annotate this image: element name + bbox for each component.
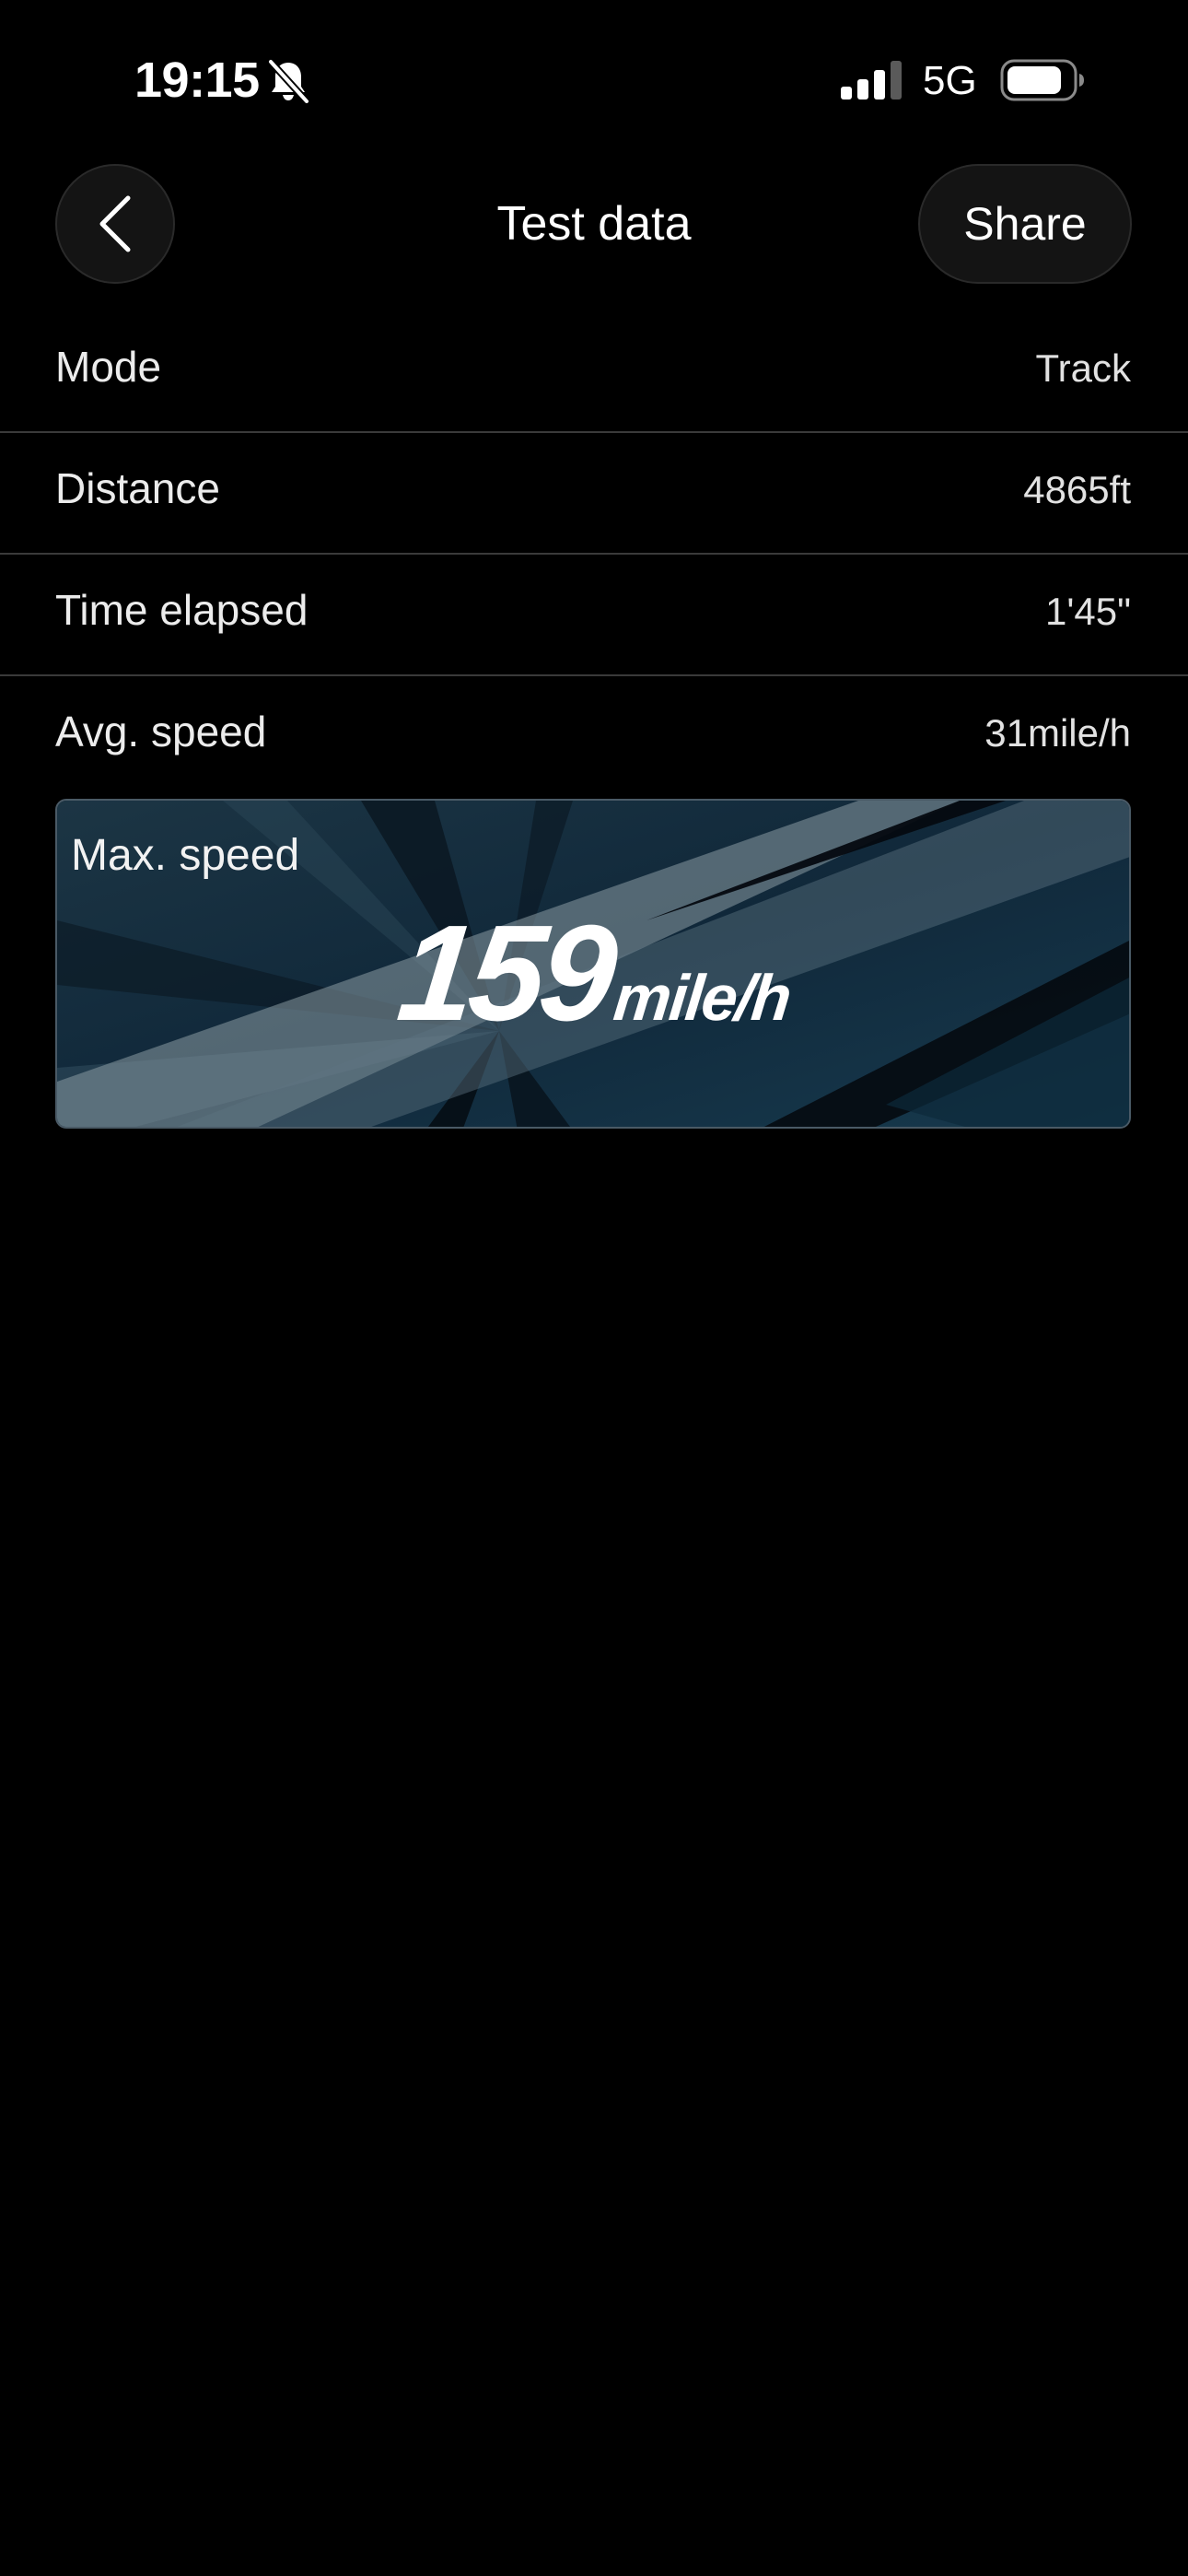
signal-icon xyxy=(841,61,902,100)
info-label: Time elapsed xyxy=(55,586,309,634)
info-label: Distance xyxy=(55,464,220,512)
max-speed-value: 159 xyxy=(391,897,620,1049)
info-list: Mode Track Distance 4865ft Time elapsed … xyxy=(0,311,1188,798)
max-speed-readout: 159mile/h xyxy=(57,897,1129,1049)
battery-icon xyxy=(1000,59,1084,101)
status-time: 19:15 xyxy=(134,53,260,108)
info-value: 4865ft xyxy=(1023,468,1131,511)
info-row-distance: Distance 4865ft xyxy=(0,433,1188,555)
info-row-mode: Mode Track xyxy=(0,311,1188,433)
info-value: 1'45" xyxy=(1044,590,1131,633)
info-value: Track xyxy=(1035,346,1131,390)
max-speed-unit: mile/h xyxy=(611,962,794,1034)
share-button[interactable]: Share xyxy=(918,164,1132,284)
bell-slash-icon xyxy=(267,59,309,103)
network-label: 5G xyxy=(923,58,977,103)
info-value: 31mile/h xyxy=(984,711,1131,755)
info-row-time-elapsed: Time elapsed 1'45" xyxy=(0,555,1188,676)
info-label: Mode xyxy=(55,343,162,391)
max-speed-card: Max. speed 159mile/h xyxy=(55,799,1131,1129)
status-bar: 19:15 5G xyxy=(0,0,1188,162)
info-label: Avg. speed xyxy=(55,708,267,755)
max-speed-label: Max. speed xyxy=(71,831,300,880)
info-row-avg-speed: Avg. speed 31mile/h xyxy=(0,676,1188,798)
